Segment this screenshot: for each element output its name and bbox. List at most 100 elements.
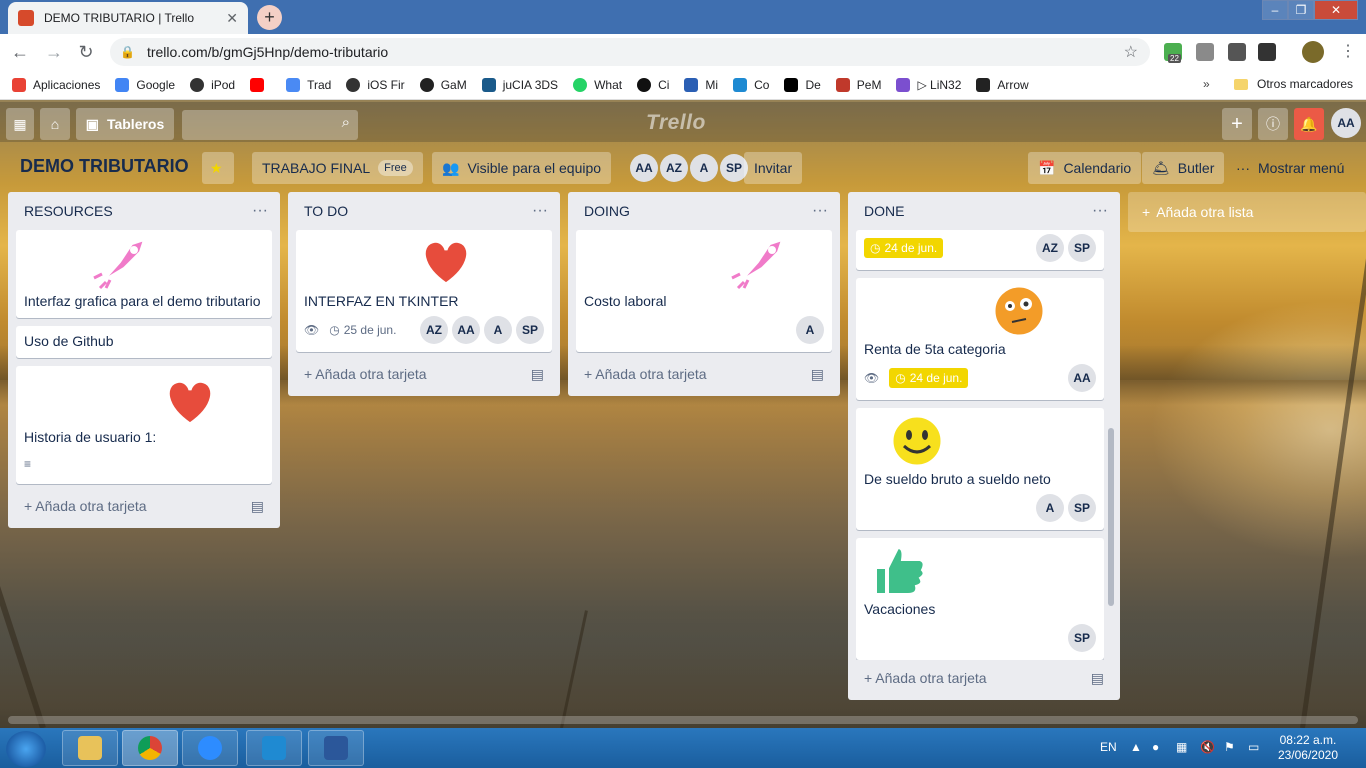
- boards-button[interactable]: ▣ Tableros: [76, 108, 174, 140]
- list-title[interactable]: DONE: [864, 203, 904, 219]
- bookmark-item[interactable]: Trad: [286, 77, 331, 92]
- network-icon[interactable]: ▭: [1248, 740, 1259, 754]
- address-bar[interactable]: 🔒 trello.com/b/gmGj5Hnp/demo-tributario …: [110, 38, 1150, 66]
- extension-icon[interactable]: [1258, 43, 1276, 61]
- flag-icon[interactable]: ⚑: [1224, 740, 1235, 754]
- user-avatar[interactable]: AA: [1331, 108, 1361, 138]
- member-avatar[interactable]: SP: [1068, 494, 1096, 522]
- add-card-button[interactable]: + Añada otra tarjeta ▤: [576, 360, 832, 388]
- bookmark-item[interactable]: iPod: [190, 77, 235, 92]
- list-title[interactable]: RESOURCES: [24, 203, 113, 219]
- back-arrow-icon[interactable]: ←: [8, 40, 32, 64]
- card[interactable]: Historia de usuario 1: ≡: [16, 366, 272, 484]
- taskbar-vscode[interactable]: [246, 730, 302, 766]
- bookmark-item[interactable]: Google: [115, 77, 175, 92]
- taskbar-zoom[interactable]: [182, 730, 238, 766]
- team-button[interactable]: TRABAJO FINAL Free: [252, 152, 423, 184]
- bookmark-star-icon[interactable]: ☆: [1124, 42, 1138, 62]
- card[interactable]: ◷ 24 de jun. AZ SP: [856, 230, 1104, 270]
- tray-expand-icon[interactable]: ▲: [1130, 740, 1142, 754]
- bookmark-item[interactable]: Mi: [684, 77, 718, 92]
- member-avatar[interactable]: AZ: [1036, 234, 1064, 262]
- extension-icon[interactable]: [1228, 43, 1246, 61]
- start-button[interactable]: [6, 731, 46, 767]
- tray-app-icon[interactable]: ●: [1152, 740, 1159, 754]
- list-menu-icon[interactable]: ···: [252, 202, 268, 220]
- search-input[interactable]: ⌕: [182, 110, 358, 140]
- info-button[interactable]: ⓘ: [1258, 108, 1288, 140]
- bookmark-item[interactable]: Arrow: [976, 77, 1029, 92]
- scrollbar-track[interactable]: [8, 716, 1358, 724]
- member-avatar[interactable]: AZ: [420, 316, 448, 344]
- minimize-window-button[interactable]: –: [1262, 0, 1288, 20]
- card[interactable]: Vacaciones SP: [856, 538, 1104, 660]
- card[interactable]: Renta de 5ta categoria 👁 ◷ 24 de jun. AA: [856, 278, 1104, 400]
- forward-arrow-icon[interactable]: →: [42, 40, 66, 64]
- visibility-button[interactable]: 👥 Visible para el equipo: [432, 152, 612, 184]
- maximize-window-button[interactable]: ❐: [1288, 0, 1314, 20]
- add-list-button[interactable]: + Añada otra lista: [1128, 192, 1366, 232]
- language-indicator[interactable]: EN: [1100, 740, 1117, 754]
- add-card-button[interactable]: + Añada otra tarjeta ▤: [16, 492, 272, 520]
- bookmark-item[interactable]: ▷ LiN32: [896, 77, 961, 92]
- bookmark-item[interactable]: De: [784, 77, 821, 92]
- volume-muted-icon[interactable]: 🔇: [1200, 740, 1215, 754]
- extension-icon[interactable]: [1196, 43, 1214, 61]
- home-button[interactable]: ⌂: [40, 108, 70, 140]
- bookmark-item[interactable]: Co: [733, 77, 769, 92]
- new-tab-button[interactable]: +: [257, 5, 282, 30]
- bookmark-item[interactable]: Aplicaciones: [12, 77, 100, 92]
- member-avatar[interactable]: A: [690, 154, 718, 182]
- card[interactable]: Uso de Github: [16, 326, 272, 358]
- bookmark-item[interactable]: juCIA 3DS: [481, 77, 558, 92]
- create-button[interactable]: +: [1222, 108, 1252, 140]
- card[interactable]: INTERFAZ EN TKINTER 👁 ◷ 25 de jun. AZ AA …: [296, 230, 552, 352]
- list-menu-icon[interactable]: ···: [532, 202, 548, 220]
- taskbar-word[interactable]: [308, 730, 364, 766]
- bookmark-item[interactable]: iOS Fir: [346, 77, 405, 92]
- taskbar-explorer[interactable]: [62, 730, 118, 766]
- member-avatar[interactable]: A: [796, 316, 824, 344]
- reload-icon[interactable]: ↻: [74, 40, 98, 64]
- other-bookmarks-folder[interactable]: Otros marcadores: [1234, 77, 1353, 91]
- card-template-icon[interactable]: ▤: [251, 498, 264, 515]
- card-template-icon[interactable]: ▤: [1091, 670, 1104, 687]
- bookmark-item[interactable]: [250, 77, 271, 92]
- list-title[interactable]: TO DO: [304, 203, 348, 219]
- card[interactable]: Costo laboral A: [576, 230, 832, 352]
- list-title[interactable]: DOING: [584, 203, 630, 219]
- more-bookmarks-button[interactable]: »: [1203, 77, 1210, 91]
- taskbar-chrome[interactable]: [122, 730, 178, 766]
- card-template-icon[interactable]: ▤: [531, 366, 544, 383]
- list-menu-icon[interactable]: ···: [812, 202, 828, 220]
- list-scrollbar[interactable]: [1108, 428, 1114, 606]
- notifications-button[interactable]: 🔔: [1294, 108, 1324, 140]
- calendar-button[interactable]: 📅 Calendario: [1028, 152, 1142, 184]
- card-template-icon[interactable]: ▤: [811, 366, 824, 383]
- member-avatar[interactable]: SP: [516, 316, 544, 344]
- card[interactable]: De sueldo bruto a sueldo neto A SP: [856, 408, 1104, 530]
- member-avatar[interactable]: AA: [1068, 364, 1096, 392]
- bookmark-item[interactable]: PeM: [835, 77, 881, 92]
- browser-tab[interactable]: DEMO TRIBUTARIO | Trello ✕: [8, 2, 248, 34]
- member-avatar[interactable]: A: [484, 316, 512, 344]
- close-tab-icon[interactable]: ✕: [226, 10, 238, 27]
- card[interactable]: Interfaz grafica para el demo tributario: [16, 230, 272, 318]
- butler-button[interactable]: 🛎 Butler: [1142, 152, 1225, 184]
- star-board-button[interactable]: ★: [202, 152, 234, 184]
- tray-app-icon[interactable]: ▦: [1176, 740, 1187, 754]
- add-card-button[interactable]: + Añada otra tarjeta ▤: [856, 664, 1112, 692]
- apps-grid-button[interactable]: ▦: [6, 108, 34, 140]
- member-avatar[interactable]: AZ: [660, 154, 688, 182]
- add-card-button[interactable]: + Añada otra tarjeta ▤: [296, 360, 552, 388]
- list-menu-icon[interactable]: ···: [1092, 202, 1108, 220]
- member-avatar[interactable]: A: [1036, 494, 1064, 522]
- member-avatar[interactable]: SP: [1068, 234, 1096, 262]
- member-avatar[interactable]: AA: [452, 316, 480, 344]
- close-window-button[interactable]: ✕: [1314, 0, 1358, 20]
- board-title[interactable]: DEMO TRIBUTARIO: [20, 156, 189, 177]
- board-horizontal-scrollbar[interactable]: [0, 714, 1366, 726]
- member-avatar[interactable]: SP: [1068, 624, 1096, 652]
- show-menu-button[interactable]: ··· Mostrar menú: [1226, 152, 1354, 184]
- bookmark-item[interactable]: GaM: [419, 77, 467, 92]
